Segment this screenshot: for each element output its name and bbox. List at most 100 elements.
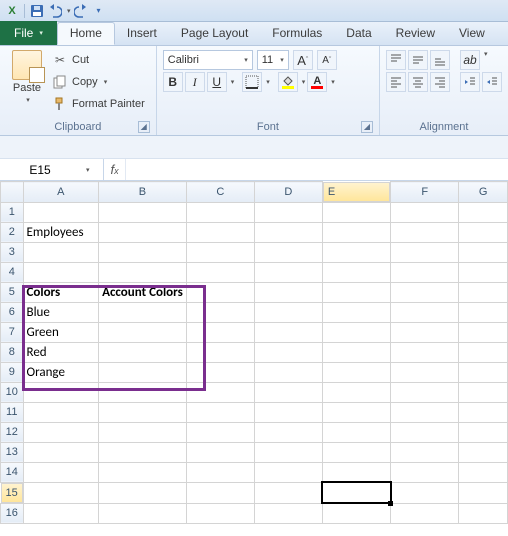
cell-G16[interactable] <box>459 503 508 523</box>
cell-B14[interactable] <box>99 462 187 482</box>
cell-A11[interactable] <box>23 402 99 422</box>
col-header-F[interactable]: F <box>391 182 459 203</box>
row-header-9[interactable]: 9 <box>1 362 24 382</box>
cell-C13[interactable] <box>186 442 254 462</box>
chevron-down-icon[interactable]: ▾ <box>331 78 335 86</box>
row-header-7[interactable]: 7 <box>1 322 24 342</box>
cell-A10[interactable] <box>23 382 99 402</box>
font-name-select[interactable]: Calibri▾ <box>163 50 253 70</box>
row-header-11[interactable]: 11 <box>1 402 24 422</box>
col-header-D[interactable]: D <box>254 182 322 203</box>
cell-A6[interactable]: Blue <box>23 302 99 322</box>
tab-view[interactable]: View <box>447 22 497 45</box>
cell-A4[interactable] <box>23 262 99 282</box>
cell-G10[interactable] <box>459 382 508 402</box>
cell-D11[interactable] <box>254 402 322 422</box>
row-header-1[interactable]: 1 <box>1 202 24 222</box>
cell-C4[interactable] <box>186 262 254 282</box>
cell-C16[interactable] <box>186 503 254 523</box>
cell-C10[interactable] <box>186 382 254 402</box>
increase-font-button[interactable]: Aˆ <box>293 50 313 70</box>
cell-B16[interactable] <box>99 503 187 523</box>
cell-D10[interactable] <box>254 382 322 402</box>
cell-D12[interactable] <box>254 422 322 442</box>
cell-B1[interactable] <box>99 202 187 222</box>
align-left-button[interactable] <box>386 72 406 92</box>
col-header-G[interactable]: G <box>459 182 508 203</box>
cell-B15[interactable] <box>99 482 187 503</box>
dialog-launcher-icon[interactable]: ◢ <box>138 121 150 133</box>
cell-F2[interactable] <box>391 222 459 242</box>
name-box-input[interactable] <box>0 160 80 180</box>
font-size-select[interactable]: 11▾ <box>257 50 289 70</box>
cell-A8[interactable]: Red <box>23 342 99 362</box>
cell-F5[interactable] <box>391 282 459 302</box>
cell-C14[interactable] <box>186 462 254 482</box>
cell-B8[interactable] <box>99 342 187 362</box>
row-header-8[interactable]: 8 <box>1 342 24 362</box>
cell-F14[interactable] <box>391 462 459 482</box>
row-header-5[interactable]: 5 <box>1 282 24 302</box>
cell-F12[interactable] <box>391 422 459 442</box>
select-all-corner[interactable] <box>1 182 24 203</box>
cell-E9[interactable] <box>322 362 390 382</box>
cell-D2[interactable] <box>254 222 322 242</box>
chevron-down-icon[interactable]: ▾ <box>231 78 235 86</box>
cell-C8[interactable] <box>186 342 254 362</box>
cell-D5[interactable] <box>254 282 322 302</box>
dialog-launcher-icon[interactable]: ◢ <box>361 121 373 133</box>
cell-B9[interactable] <box>99 362 187 382</box>
cell-E7[interactable] <box>322 322 390 342</box>
cell-B13[interactable] <box>99 442 187 462</box>
cell-C6[interactable] <box>186 302 254 322</box>
decrease-font-button[interactable]: Aˇ <box>317 50 337 70</box>
cell-C5[interactable] <box>186 282 254 302</box>
cell-E2[interactable] <box>322 222 390 242</box>
chevron-down-icon[interactable]: ▾ <box>484 50 488 70</box>
cell-G3[interactable] <box>459 242 508 262</box>
align-bottom-button[interactable] <box>430 50 450 70</box>
cell-G15[interactable] <box>459 482 508 503</box>
row-header-10[interactable]: 10 <box>1 382 24 402</box>
increase-indent-button[interactable] <box>482 72 502 92</box>
cell-G14[interactable] <box>459 462 508 482</box>
format-painter-button[interactable]: Format Painter <box>52 94 145 114</box>
cell-A13[interactable] <box>23 442 99 462</box>
row-header-3[interactable]: 3 <box>1 242 24 262</box>
cell-D1[interactable] <box>254 202 322 222</box>
cell-F15[interactable] <box>391 482 459 503</box>
cell-F9[interactable] <box>391 362 459 382</box>
cell-F7[interactable] <box>391 322 459 342</box>
tab-review[interactable]: Review <box>384 22 447 45</box>
cell-B4[interactable] <box>99 262 187 282</box>
align-center-button[interactable] <box>408 72 428 92</box>
cell-D8[interactable] <box>254 342 322 362</box>
cell-G8[interactable] <box>459 342 508 362</box>
align-middle-button[interactable] <box>408 50 428 70</box>
cell-D4[interactable] <box>254 262 322 282</box>
cell-G1[interactable] <box>459 202 508 222</box>
cell-G12[interactable] <box>459 422 508 442</box>
grid[interactable]: A B C D E F G 1 2Employees 3 4 5ColorsAc… <box>0 181 508 524</box>
cell-G5[interactable] <box>459 282 508 302</box>
cell-F11[interactable] <box>391 402 459 422</box>
cell-B3[interactable] <box>99 242 187 262</box>
cell-C12[interactable] <box>186 422 254 442</box>
cell-B2[interactable] <box>99 222 187 242</box>
align-top-button[interactable] <box>386 50 406 70</box>
cell-A14[interactable] <box>23 462 99 482</box>
cell-E6[interactable] <box>322 302 390 322</box>
cell-F3[interactable] <box>391 242 459 262</box>
cell-F16[interactable] <box>391 503 459 523</box>
row-header-14[interactable]: 14 <box>1 462 24 482</box>
copy-button[interactable]: Copy▾ <box>52 72 145 92</box>
cell-E15[interactable] <box>322 482 390 503</box>
cell-C9[interactable] <box>186 362 254 382</box>
cell-A16[interactable] <box>23 503 99 523</box>
cell-A5[interactable]: Colors <box>23 282 99 302</box>
save-icon[interactable] <box>29 3 45 19</box>
cell-E1[interactable] <box>322 202 390 222</box>
col-header-E[interactable]: E <box>323 182 390 202</box>
border-button[interactable] <box>242 72 262 92</box>
cell-G6[interactable] <box>459 302 508 322</box>
